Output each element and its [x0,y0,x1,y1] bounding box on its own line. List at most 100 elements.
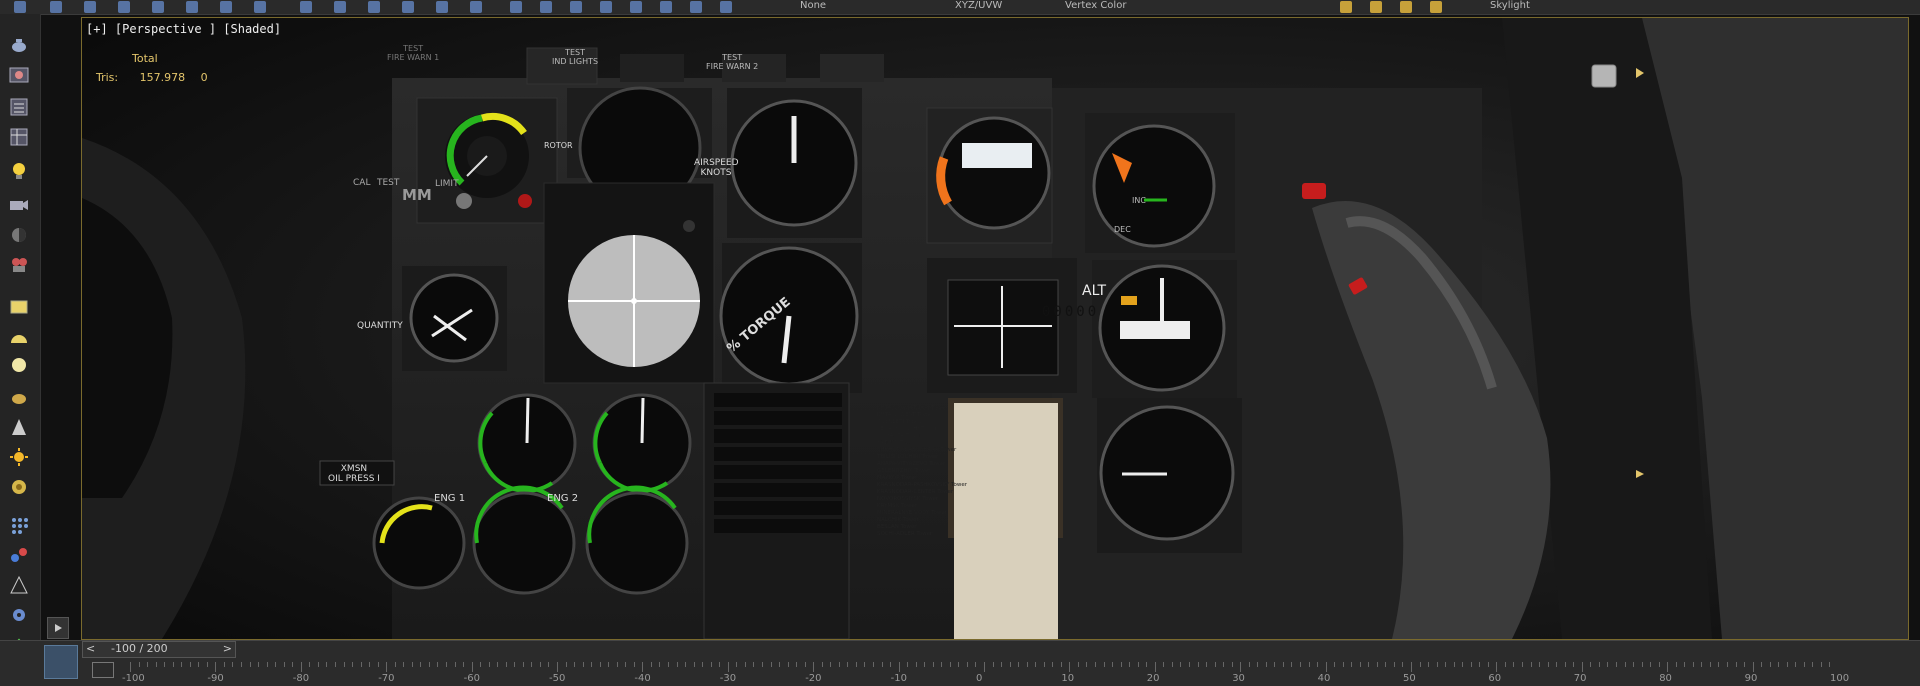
toolbar-dropdown-label[interactable]: Skylight [1490,0,1530,12]
toolbar-icon[interactable] [540,1,552,13]
ruler-tick [1043,662,1045,667]
perspective-viewport[interactable]: TEST FIRE WARN 1 TEST IND LIGHTS TEST FI… [81,17,1909,640]
viewport-label[interactable]: [+] [Perspective ] [Shaded] [86,22,281,36]
ruler-tick [1112,662,1114,667]
ruler-tick [1786,662,1788,667]
molecule-icon[interactable] [8,544,30,566]
sun-icon[interactable] [8,446,30,468]
toolbar-icon[interactable] [300,1,312,13]
ruler-tick [548,662,550,667]
ruler-tick [1650,662,1652,667]
toolbar-icon[interactable] [436,1,448,13]
toolbar-icon[interactable] [660,1,672,13]
render-frame-icon[interactable] [8,64,30,86]
gear-icon[interactable] [8,604,30,626]
plane-icon[interactable] [8,296,30,318]
toolbar-icon[interactable] [720,1,732,13]
ruler-tick [753,662,755,667]
toolbar-icon[interactable] [630,1,642,13]
toolbar-icon[interactable] [254,1,266,13]
ruler-tick [898,662,900,672]
toolbar-icon[interactable] [152,1,164,13]
ruler-tick [1308,662,1310,667]
toolbar-icon[interactable] [402,1,414,13]
ruler-tick [471,662,473,672]
toolbar-dropdown-label[interactable]: None [800,0,826,12]
table-icon[interactable] [8,126,30,148]
ruler-tick [1163,662,1165,667]
toolbar-icon[interactable] [470,1,482,13]
ruler-tick [796,662,798,667]
toolbar-icon[interactable] [510,1,522,13]
sphere-yellow-icon[interactable] [8,354,30,376]
toolbar-icon[interactable] [690,1,702,13]
teapot-gold-icon[interactable] [8,386,30,408]
ruler-tick [411,662,413,667]
alt-label: ALT [1082,283,1107,299]
light-icon[interactable] [1340,1,1352,13]
sphere-icon[interactable] [8,224,30,246]
ruler-tick [830,662,832,667]
key-filter-icon[interactable] [92,662,114,678]
time-next-button[interactable]: > [223,642,232,655]
ruler-tick [1522,662,1524,667]
time-slider[interactable]: < -100 / 200 > [82,641,236,658]
time-prev-button[interactable]: < [86,642,95,655]
ruler-tick [283,662,285,667]
toolbar-icon[interactable] [334,1,346,13]
ruler-tick [1573,662,1575,667]
ruler-tick [343,662,345,667]
ruler-tick [676,662,678,667]
toolbar-icon[interactable] [220,1,232,13]
disc-icon[interactable] [8,476,30,498]
ruler-tick [1547,662,1549,667]
toolbar-icon[interactable] [186,1,198,13]
dome-icon[interactable] [8,326,30,348]
light-icon[interactable] [1430,1,1442,13]
ruler-tick [907,662,909,667]
ruler-tick [155,662,157,667]
ruler-tick [1257,662,1259,667]
ruler-tick [1812,662,1814,667]
ruler-tick [1197,662,1199,667]
ruler-tick [890,662,892,667]
ruler-tick [1291,662,1293,667]
toolbar-icon[interactable] [600,1,612,13]
toolbar-icon[interactable] [84,1,96,13]
teapot-icon[interactable] [8,34,30,56]
frequency-card-row: KRYMSK Tower [877,503,917,509]
expand-arrow-icon[interactable] [47,617,69,639]
frequency-card-row: ANAPA-VITYAZEVO Tower [877,461,946,467]
ruler-tick [668,662,670,667]
ruler-tick [1171,662,1173,667]
toolbar-icon[interactable] [368,1,380,13]
toolbar-dropdown-label[interactable]: Vertex Color [1065,0,1126,12]
list-icon[interactable] [8,96,30,118]
light-icon[interactable] [1400,1,1412,13]
ruler-tick [1479,662,1481,667]
light-icon[interactable] [1370,1,1382,13]
toolbar-icon[interactable] [14,1,26,13]
timeline-ruler[interactable]: -100 -90 -80 -70 -60 -50 -40 -30 -20 -10 0 10 20 30 40… [120,660,1920,685]
ruler-tick [565,662,567,667]
toolbar-dropdown-label[interactable]: XYZ/UVW [955,0,1002,12]
ruler-tick [719,662,721,667]
mini-viewport-icon[interactable] [44,645,78,679]
transform-icon[interactable] [8,574,30,596]
toolbar-icon[interactable] [570,1,582,13]
frequency-card-row: NALCHIK Tower [877,517,919,523]
ruler-tick [984,662,985,672]
camera-icon[interactable] [8,194,30,216]
light-bulb-icon[interactable] [8,160,30,182]
ruler-tick [1077,662,1079,667]
ruler-tick [386,662,388,672]
ruler-tick [352,662,354,667]
reel-icon[interactable] [8,254,30,276]
cone-icon[interactable] [8,416,30,438]
particles-icon[interactable] [8,514,30,536]
toolbar-icon[interactable] [50,1,62,13]
ruler-tick [249,662,251,667]
ruler-tick [1607,662,1609,667]
ruler-tick [1428,662,1430,667]
toolbar-icon[interactable] [118,1,130,13]
